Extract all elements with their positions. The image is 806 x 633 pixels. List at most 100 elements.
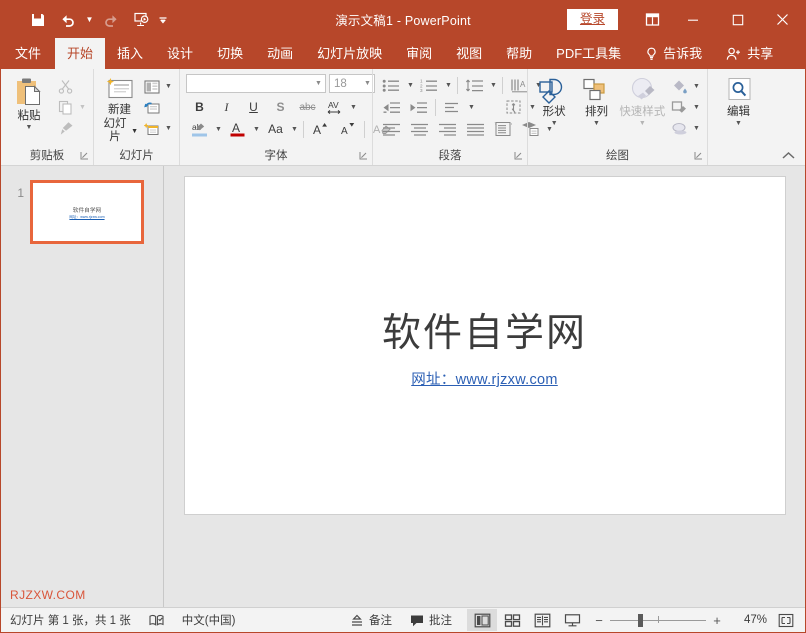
- copy-button[interactable]: [54, 97, 77, 118]
- tab-design[interactable]: 设计: [155, 38, 205, 69]
- format-painter-button[interactable]: [54, 118, 77, 139]
- line-spacing-dropdown-icon[interactable]: ▼: [488, 75, 499, 96]
- notes-button[interactable]: 备注: [341, 608, 401, 632]
- comments-button[interactable]: 批注: [401, 608, 461, 632]
- slide-sorter-view-button[interactable]: [497, 609, 527, 631]
- tab-transitions[interactable]: 切换: [205, 38, 255, 69]
- change-case-button[interactable]: Aa: [262, 119, 289, 140]
- thumbnail-item[interactable]: 1 软件自学网 网址：www.rjzxw.com: [1, 180, 163, 244]
- tab-pdf-tools[interactable]: PDF工具集: [544, 38, 633, 69]
- tab-view[interactable]: 视图: [444, 38, 494, 69]
- arrange-button[interactable]: 排列 ▼: [575, 74, 617, 127]
- close-button[interactable]: [760, 1, 805, 38]
- customize-quick-access-icon[interactable]: [156, 6, 169, 34]
- zoom-slider-handle[interactable]: [638, 614, 643, 627]
- zoom-level-label[interactable]: 47%: [729, 614, 767, 626]
- copy-dropdown-icon[interactable]: ▼: [77, 97, 88, 118]
- fit-to-window-button[interactable]: [773, 609, 799, 631]
- collapse-ribbon-button[interactable]: [779, 147, 797, 163]
- section-dropdown-icon[interactable]: ▼: [163, 118, 174, 139]
- paragraph-dialog-launcher-icon[interactable]: [514, 151, 523, 160]
- align-text-button[interactable]: [500, 97, 527, 118]
- text-shadow-button[interactable]: S: [267, 97, 294, 118]
- share-button[interactable]: 共享: [714, 38, 785, 69]
- decrease-font-size-button[interactable]: A: [334, 119, 361, 140]
- slide-thumbnail-1[interactable]: 软件自学网 网址：www.rjzxw.com: [30, 180, 144, 244]
- bullets-button[interactable]: [378, 75, 405, 96]
- font-dialog-launcher-icon[interactable]: [359, 151, 368, 160]
- quick-styles-dropdown-icon[interactable]: ▼: [639, 120, 646, 127]
- cut-button[interactable]: [54, 76, 77, 97]
- tell-me-button[interactable]: 告诉我: [633, 38, 714, 69]
- normal-view-button[interactable]: [467, 609, 497, 631]
- character-spacing-dropdown-icon[interactable]: ▼: [348, 97, 359, 118]
- clipboard-dialog-launcher-icon[interactable]: [80, 151, 89, 160]
- underline-button[interactable]: U: [240, 97, 267, 118]
- numbering-dropdown-icon[interactable]: ▼: [443, 75, 454, 96]
- slide-layout-button[interactable]: [140, 76, 163, 97]
- reading-view-button[interactable]: [527, 609, 557, 631]
- paragraph-spacing-button[interactable]: [439, 97, 466, 118]
- text-highlight-color-button[interactable]: ab: [186, 119, 213, 140]
- slide-hyperlink-text[interactable]: 网址：www.rjzxw.com: [411, 368, 558, 389]
- line-spacing-button[interactable]: [461, 75, 488, 96]
- slide-editing-surface[interactable]: 软件自学网 网址：www.rjzxw.com: [184, 176, 786, 515]
- zoom-out-button[interactable]: −: [591, 613, 607, 628]
- ribbon-display-options-icon[interactable]: [634, 5, 670, 35]
- font-name-dropdown-icon[interactable]: ▼: [312, 80, 325, 87]
- tab-slideshow[interactable]: 幻灯片放映: [305, 38, 394, 69]
- change-case-dropdown-icon[interactable]: ▼: [289, 119, 300, 140]
- tab-file[interactable]: 文件: [1, 38, 55, 69]
- editing-dropdown-icon[interactable]: ▼: [735, 120, 742, 127]
- spellcheck-button[interactable]: [140, 608, 173, 632]
- justify-button[interactable]: [462, 119, 490, 140]
- quick-styles-button[interactable]: 快速样式 ▼: [618, 74, 667, 127]
- reset-slide-button[interactable]: [140, 97, 163, 118]
- undo-dropdown-icon[interactable]: ▼: [83, 6, 96, 34]
- paragraph-spacing-dropdown-icon[interactable]: ▼: [466, 97, 477, 118]
- drawing-dialog-launcher-icon[interactable]: [694, 151, 703, 160]
- text-highlight-dropdown-icon[interactable]: ▼: [213, 119, 224, 140]
- tab-help[interactable]: 帮助: [494, 38, 544, 69]
- shape-effects-button[interactable]: [668, 118, 691, 139]
- slide-layout-dropdown-icon[interactable]: ▼: [163, 76, 174, 97]
- increase-indent-button[interactable]: [405, 97, 432, 118]
- zoom-in-button[interactable]: +: [709, 613, 725, 628]
- paste-dropdown-icon[interactable]: ▼: [26, 124, 33, 131]
- arrange-dropdown-icon[interactable]: ▼: [593, 120, 600, 127]
- slide-title-text[interactable]: 软件自学网: [382, 302, 587, 358]
- shape-fill-dropdown-icon[interactable]: ▼: [691, 76, 702, 97]
- increase-font-size-button[interactable]: A: [307, 119, 334, 140]
- font-size-input[interactable]: 18 ▼: [329, 74, 375, 93]
- align-right-button[interactable]: [434, 119, 462, 140]
- align-left-button[interactable]: [378, 119, 406, 140]
- bold-button[interactable]: B: [186, 97, 213, 118]
- redo-button[interactable]: [96, 6, 126, 34]
- undo-button[interactable]: [53, 6, 83, 34]
- editing-button[interactable]: 编辑 ▼: [716, 74, 762, 127]
- font-color-button[interactable]: A: [224, 119, 251, 140]
- tab-insert[interactable]: 插入: [105, 38, 155, 69]
- sign-in-button[interactable]: 登录: [567, 9, 618, 31]
- new-slide-dropdown-icon[interactable]: ▼: [131, 125, 138, 138]
- font-name-input[interactable]: ▼: [186, 74, 326, 93]
- align-center-button[interactable]: [406, 119, 434, 140]
- start-slideshow-button[interactable]: [126, 6, 156, 34]
- bullets-dropdown-icon[interactable]: ▼: [405, 75, 416, 96]
- slideshow-view-button[interactable]: [557, 609, 587, 631]
- font-color-dropdown-icon[interactable]: ▼: [251, 119, 262, 140]
- tab-animations[interactable]: 动画: [255, 38, 305, 69]
- italic-button[interactable]: I: [213, 97, 240, 118]
- paste-button[interactable]: 粘贴 ▼: [8, 74, 50, 131]
- minimize-button[interactable]: [670, 1, 715, 38]
- shape-effects-dropdown-icon[interactable]: ▼: [691, 118, 702, 139]
- new-slide-button[interactable]: 新建 幻灯片 ▼: [101, 74, 138, 144]
- shapes-button[interactable]: 形状 ▼: [533, 74, 575, 127]
- tab-review[interactable]: 审阅: [394, 38, 444, 69]
- shapes-dropdown-icon[interactable]: ▼: [551, 120, 558, 127]
- zoom-slider[interactable]: [610, 612, 706, 628]
- shape-outline-button[interactable]: [668, 97, 691, 118]
- character-spacing-button[interactable]: AV: [321, 97, 348, 118]
- tab-home[interactable]: 开始: [55, 38, 105, 69]
- shape-fill-button[interactable]: [668, 76, 691, 97]
